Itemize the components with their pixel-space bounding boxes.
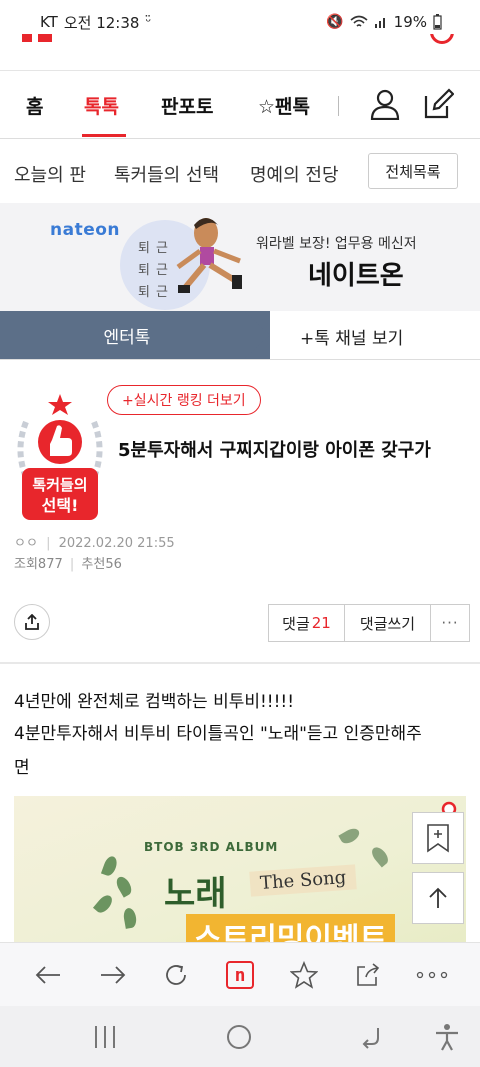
poster-event-text: 스트리밍이벤트 <box>186 914 396 942</box>
post-author: ㅇㅇ <box>14 536 38 551</box>
banner-moon-text: 퇴근 <box>138 241 174 256</box>
nav-fantok-label: 팬톡 <box>275 96 311 118</box>
refresh-button[interactable] <box>160 959 192 991</box>
post-meta-author-date: ㅇㅇ | 2022.02.20 21:55 <box>14 536 175 551</box>
more-icon: ··· <box>441 614 459 632</box>
nate-home-button[interactable]: n <box>224 959 256 991</box>
system-back-icon[interactable] <box>358 1022 388 1052</box>
write-icon[interactable] <box>422 88 454 120</box>
search-icon[interactable] <box>430 34 454 44</box>
nateon-banner[interactable]: nateon 퇴근 퇴근 퇴근 워라벨 보장! 업무용 메신저 네이트온 <box>0 203 480 311</box>
system-nav-bar <box>0 1006 480 1067</box>
tab-channel-view[interactable]: +톡 채널 보기 <box>300 324 403 349</box>
home-circle-icon[interactable] <box>224 1022 254 1052</box>
star-icon: ☆ <box>258 96 276 118</box>
badge-text: 톡커들의 <box>32 476 87 494</box>
comment-actions: 댓글 21 댓글쓰기 ··· <box>268 604 470 642</box>
browser-toolbar: n <box>0 942 480 1006</box>
wifi-icon <box>350 15 368 27</box>
nav-toktok[interactable]: 톡톡 <box>84 92 119 119</box>
share-page-button[interactable] <box>352 959 384 991</box>
post-meta-stats: 조회877 | 추천56 <box>14 557 122 572</box>
views-label: 조회 <box>14 557 38 572</box>
write-comment-button[interactable]: 댓글쓰기 <box>345 605 431 641</box>
arrow-left-icon <box>35 966 60 984</box>
nav-fantok[interactable]: ☆팬톡 <box>258 92 310 119</box>
banner-title: 네이트온 <box>308 261 404 291</box>
notification-icon: ᵕ̈ <box>145 14 152 30</box>
site-header <box>0 34 480 68</box>
nav-pannphoto[interactable]: 판포토 <box>161 92 213 119</box>
badge-text-line2: 선택! <box>42 496 79 515</box>
share-icon <box>25 614 39 630</box>
battery-level: 19% <box>393 13 427 31</box>
pann-logo-part <box>22 34 32 42</box>
more-options-button[interactable]: ··· <box>431 605 469 641</box>
sub-nav: 오늘의 판 톡커들의 선택 명예의 전당 전체목록 <box>0 139 480 203</box>
running-man-illustration <box>176 218 242 293</box>
post-divider <box>0 662 480 664</box>
refresh-icon <box>166 965 186 985</box>
all-list-button[interactable]: 전체목록 <box>368 153 458 189</box>
banner-moon-text: 퇴근 <box>138 263 174 278</box>
poster-title: 노래 <box>164 874 227 914</box>
post-body-line: 면 <box>14 758 30 778</box>
tokkers-choice-badge: 톡커들의 선택! <box>17 394 103 520</box>
browser-more-button[interactable] <box>416 959 448 991</box>
battery-icon <box>433 14 442 30</box>
tab-arrow <box>244 311 270 359</box>
recommend-count: 56 <box>105 557 122 572</box>
arrow-up-icon <box>429 887 447 908</box>
comments-label: 댓글 <box>282 614 310 633</box>
share-button[interactable] <box>14 604 50 640</box>
signal-icon <box>374 18 385 28</box>
nate-n-icon: n <box>226 961 254 989</box>
tabs-divider <box>0 359 480 360</box>
scroll-top-button[interactable] <box>412 872 464 924</box>
realtime-ranking-link[interactable]: +실시간 랭킹 더보기 <box>107 385 261 415</box>
comments-count: 21 <box>311 614 331 632</box>
subnav-hall-of-fame[interactable]: 명예의 전당 <box>250 161 339 187</box>
user-icon[interactable] <box>370 88 400 120</box>
pann-logo-part <box>38 34 52 42</box>
mute-icon: 🔇 <box>326 14 344 30</box>
post-date: 2022.02.20 21:55 <box>58 536 175 551</box>
accessibility-icon[interactable] <box>432 1022 462 1052</box>
main-nav: 홈 톡톡 판포토 ☆팬톡 <box>0 72 480 138</box>
subnav-today[interactable]: 오늘의 판 <box>14 161 86 187</box>
banner-moon-text: 퇴근 <box>138 285 174 300</box>
favorite-button[interactable] <box>288 959 320 991</box>
back-button[interactable] <box>32 959 64 991</box>
nav-home[interactable]: 홈 <box>26 92 43 119</box>
recommend-label: 추천 <box>81 557 106 572</box>
arrow-right-icon <box>101 966 126 984</box>
bookmark-add-icon <box>427 824 449 853</box>
bookmark-button[interactable] <box>412 812 464 864</box>
channel-tabs: 엔터톡 +톡 채널 보기 <box>0 311 480 359</box>
post-title: 5분투자해서 구찌지갑이랑 아이폰 갖구가 <box>118 440 431 461</box>
header-divider <box>0 70 480 71</box>
more-dots-icon <box>416 971 448 979</box>
active-tab-indicator <box>82 134 126 137</box>
recent-apps-icon[interactable] <box>90 1022 120 1052</box>
views-count: 877 <box>37 557 63 572</box>
clock: 오전 12:38 <box>63 13 140 32</box>
subnav-tokkers-choice[interactable]: 톡커들의 선택 <box>114 161 219 187</box>
post-body-line: 4분만투자해서 비투비 타이틀곡인 "노래"듣고 인증만해주 <box>14 724 422 744</box>
poster-subtitle: BTOB 3RD ALBUM <box>144 840 279 854</box>
forward-button[interactable] <box>97 959 129 991</box>
nav-separator <box>338 96 339 116</box>
share-out-icon <box>357 963 380 986</box>
comments-button[interactable]: 댓글 21 <box>269 605 345 641</box>
nateon-logo: nateon <box>50 220 121 240</box>
banner-subtitle: 워라벨 보장! 업무용 메신저 <box>256 236 417 252</box>
post-body-line: 4년만에 완전체로 컴백하는 비투비!!!!! <box>14 692 295 712</box>
carrier-label: KT <box>40 13 58 31</box>
star-outline-icon <box>290 961 318 989</box>
tab-entertok[interactable]: 엔터톡 <box>0 311 270 359</box>
post-image: BTOB 3RD ALBUM 노래 The Song 스트리밍이벤트 <box>14 796 466 942</box>
